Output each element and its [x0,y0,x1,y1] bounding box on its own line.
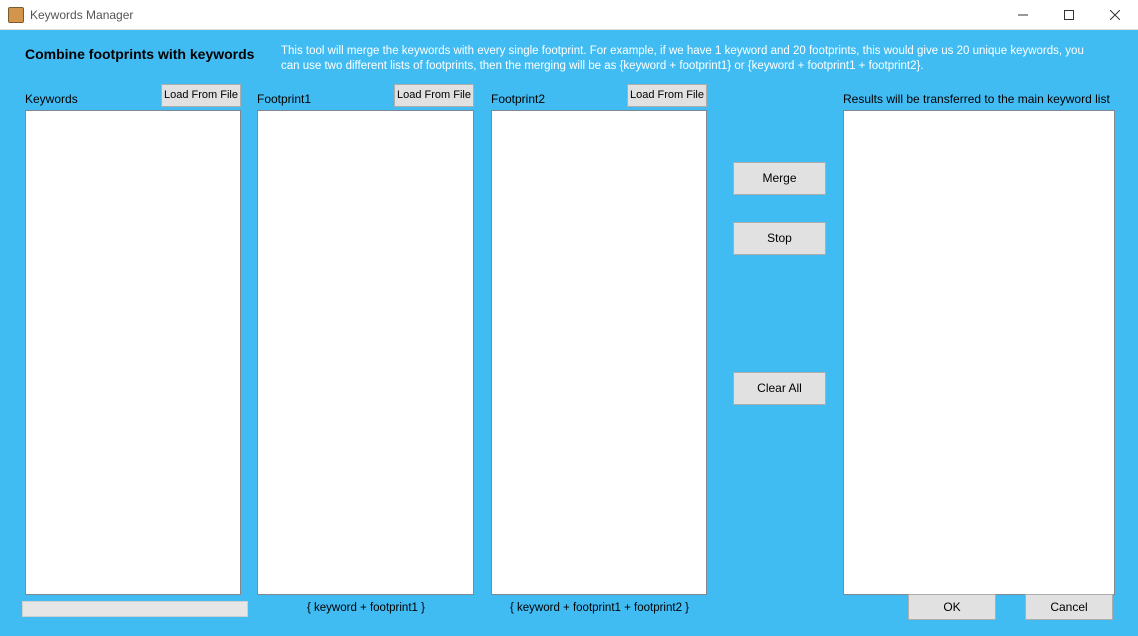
footprint1-hint: { keyword + footprint1 } [307,602,425,614]
footprint2-label: Footprint2 [491,92,545,106]
minimize-button[interactable] [1000,0,1046,30]
footprint1-input[interactable] [257,110,474,595]
merge-button[interactable]: Merge [733,162,826,195]
close-button[interactable] [1092,0,1138,30]
stop-button[interactable]: Stop [733,222,826,255]
footprint2-hint: { keyword + footprint1 + footprint2 } [510,602,689,614]
page-description: This tool will merge the keywords with e… [281,44,1101,74]
footprint1-label: Footprint1 [257,92,311,106]
client-area: Combine footprints with keywords This to… [0,30,1138,636]
clear-all-button[interactable]: Clear All [733,372,826,405]
window-title: Keywords Manager [30,8,133,22]
page-heading: Combine footprints with keywords [25,46,254,62]
keywords-load-button[interactable]: Load From File [161,84,241,107]
ok-button[interactable]: OK [908,594,996,620]
keywords-input[interactable] [25,110,241,595]
titlebar: Keywords Manager [0,0,1138,30]
progress-bar [22,601,248,617]
results-list[interactable] [843,110,1115,595]
footprint2-input[interactable] [491,110,707,595]
keywords-label: Keywords [25,92,78,106]
maximize-button[interactable] [1046,0,1092,30]
results-label: Results will be transferred to the main … [843,92,1110,106]
footprint2-load-button[interactable]: Load From File [627,84,707,107]
cancel-button[interactable]: Cancel [1025,594,1113,620]
footprint1-load-button[interactable]: Load From File [394,84,474,107]
app-icon [8,7,24,23]
